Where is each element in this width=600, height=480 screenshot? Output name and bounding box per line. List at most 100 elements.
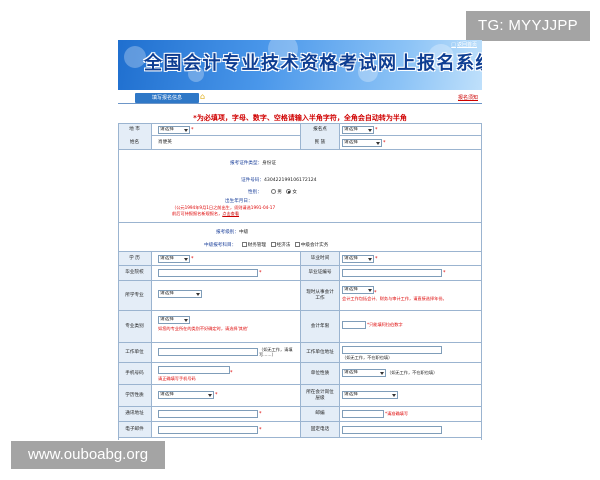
required-mark: * [259,270,262,276]
id-no-line: 证件号码：430422199106172124 [241,177,317,183]
employer-hint: （如无工作，请填写……） [259,347,293,358]
grad-time-label: 毕业时间 [300,252,340,265]
degree-label: 学历性质 [118,385,152,406]
subject-1-checkbox[interactable] [241,242,247,247]
form-row-degree: 学历性质 请选择 * 所在会计岗位层级 请选择 [118,385,482,407]
required-mark: * [375,256,378,262]
phone-hint: 请正确填写手机号码 [158,376,196,381]
cert-no-label: 毕业证编号 [300,266,340,280]
subject-2-label: 经济法 [276,243,291,248]
subject-2-checkbox[interactable] [270,242,276,247]
major2-select[interactable]: 请选择 [158,316,190,324]
form-row-major: 所学专业 请选择 现时从事会计工作 请选择* 会计工作包括会计、财务与审计工作，… [118,281,482,311]
form-row-major2: 专业类别 请选择 如您的专业所在的类别不好确定时，请选择'其他' 会计年限 *只… [118,311,482,343]
employer-label: 工作单位 [118,343,152,362]
major2-hint: 如您的专业所在的类别不好确定时，请选择'其他' [158,326,249,331]
fixed-phone-input[interactable] [342,426,442,434]
grid-border-right [481,123,482,440]
school-label: 毕业院校 [118,266,152,280]
gender-male-label: 男 [277,190,282,195]
edu-label: 学 历 [118,252,152,265]
unit-type-hint: （如无工作，不在职也填） [387,370,438,376]
level-label: 报考级别： [216,230,239,235]
major-select[interactable]: 请选择 [158,290,202,298]
address-label: 通讯地址 [118,407,152,421]
cert-no-input[interactable] [342,269,442,277]
years-label: 会计年限 [300,311,340,342]
required-mark: * [443,270,446,276]
school-input[interactable] [158,269,258,277]
phone-line: * [158,366,233,376]
ethnic-select[interactable]: 请选择 [342,139,382,147]
id-type-label: 报考证件类型： [230,161,263,166]
identity-block: 报考证件类型：身份证 证件号码：430422199106172124 性别： 男… [118,150,482,223]
birth-hint-1: （公元1994年9月1日之前出生，须则请选1991-04-17 [172,205,276,210]
watermark-tg: TG: MYYJJPP [466,11,590,41]
employer-input[interactable] [158,348,258,357]
gender-male-radio[interactable] [271,189,277,194]
work-select[interactable]: 请选择 [342,286,374,294]
unit-type-select[interactable]: 请选择 [342,369,386,377]
gender-female-radio[interactable] [286,189,292,194]
title-select[interactable]: 请选择 [342,391,398,399]
birth-hint-link[interactable]: 点击查看 [222,211,239,216]
degree-select[interactable]: 请选择 [158,391,214,399]
required-mark: * [191,256,194,262]
phone-input[interactable] [158,366,230,374]
subject-3-checkbox[interactable] [294,242,300,247]
zip-input[interactable] [342,410,384,418]
required-mark: * [259,427,262,433]
email-input[interactable] [158,426,258,434]
id-no-value: 430422199106172124 [263,178,317,183]
form-row-name: 姓名 肖便英 民 族 请选择 * [118,136,482,150]
work-label: 现时从事会计工作 [300,281,340,310]
required-mark: * [191,127,194,133]
required-mark: * [375,127,378,133]
birth-label: 出生年月日： [225,199,253,204]
required-mark: * [383,140,386,146]
employer-addr-input[interactable] [342,346,442,354]
zip-hint: *请准确填写 [385,411,409,417]
subject-3-label: 中级会计实务 [300,243,329,248]
form-row-phone: 手机号码 * 请正确填写手机号码 单位性质 请选择 （如无工作，不在职也填） [118,363,482,385]
level-line: 报考级别：中级 [216,229,248,235]
grid-border-left [118,123,119,440]
birth-hint-2-line: 前后可持报报名新规报名，点击查看 [172,211,239,216]
watermark-site: www.ouboabg.org [11,441,165,469]
id-type-value: 身份证 [262,161,276,166]
subjects-line: 中级报考科目： 财务管理 经济法 中级会计实务 [204,242,328,248]
banner-title: 全国会计专业技术资格考试网上报名系统 [144,53,482,74]
form-row-school: 毕业院校 * 毕业证编号 * [118,266,482,281]
area-label: 地 市 [118,124,152,136]
return-link[interactable]: 报名须知 [458,94,478,101]
zip-label: 邮编 [300,407,340,421]
form-row-area: 地 市 请选择 * 报名点 请选择 * [118,123,482,136]
years-input[interactable] [342,321,366,329]
form-row-employer: 工作单位 （如无工作，请填写……） 工作单位地址 （如无工作，不在职也填） [118,343,482,363]
major-label: 所学专业 [118,281,152,310]
email-label: 电子邮件 [118,422,152,437]
level-block: 报考级别：中级 中级报考科目： 财务管理 经济法 中级会计实务 [118,223,482,252]
phone-label: 手机号码 [118,363,152,384]
gender-line: 性别： 男 女 [248,189,297,195]
site-label: 报名点 [300,124,340,136]
major2-line: 请选择 [158,316,190,326]
name-value: 肖便英 [158,140,172,145]
form-row-address: 通讯地址 * 邮编 *请准确填写 [118,407,482,422]
required-mark: * [230,370,233,376]
work-line: 请选择* [342,286,377,296]
home-link[interactable]: 返回首页 [451,41,477,48]
edu-select[interactable]: 请选择 [158,255,190,263]
subjects-label: 中级报考科目： [204,243,237,248]
tab-fill-info[interactable]: 填写报名信息 [135,93,199,103]
address-input[interactable] [158,410,258,418]
required-mark: * [215,392,218,398]
area-select[interactable]: 请选择 [158,126,190,134]
header-banner: 全国会计专业技术资格考试网上报名系统 返回首页 [118,40,482,90]
grad-time-select[interactable]: 请选择 [342,255,374,263]
id-no-label: 证件号码： [241,178,264,183]
gender-label: 性别： [248,190,262,195]
years-hint: *只能填阿拉伯数字 [367,322,403,328]
site-select[interactable]: 请选择 [342,126,374,134]
unit-type-label: 单位性质 [300,363,340,384]
